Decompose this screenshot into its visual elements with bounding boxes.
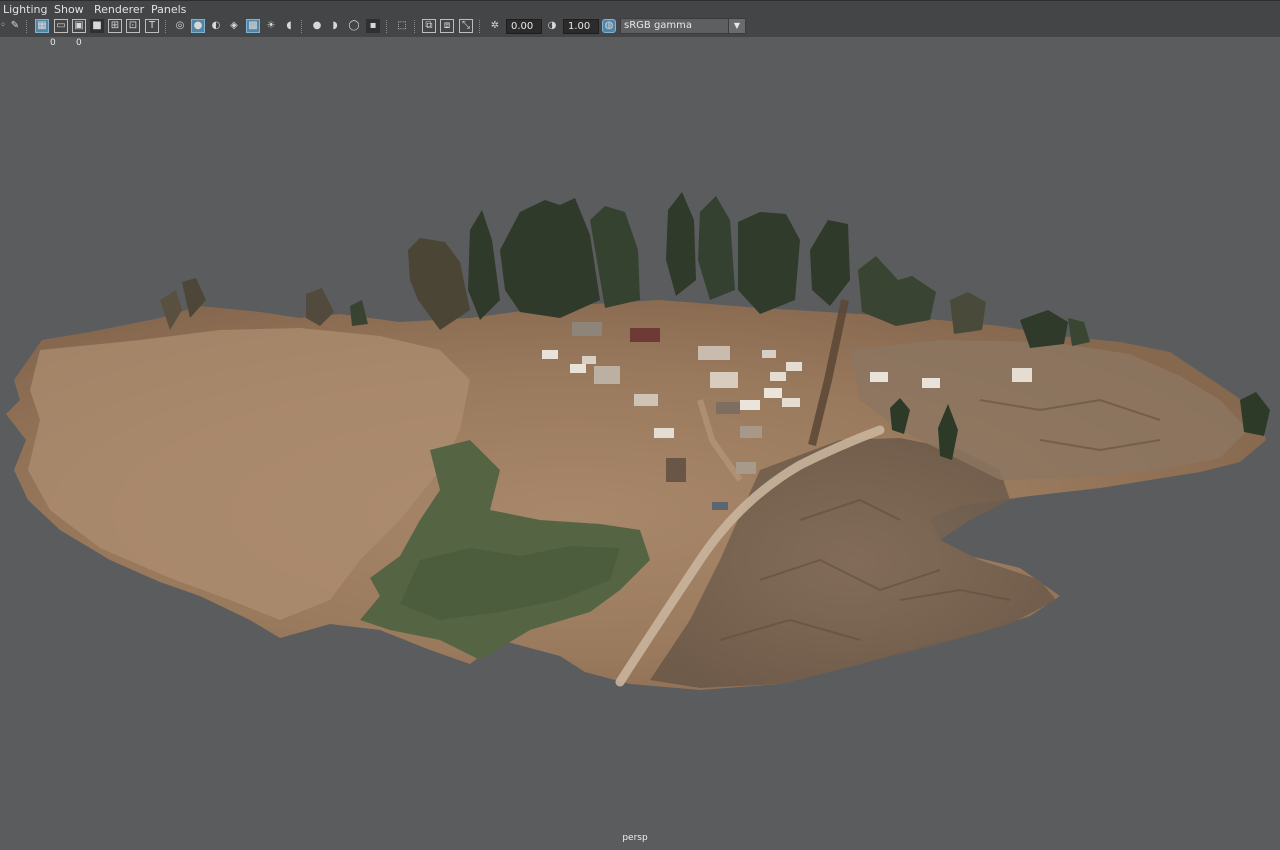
safe-title-icon[interactable]: T (145, 19, 159, 33)
exposure-field[interactable]: 0.00 (506, 19, 542, 34)
gamma-icon[interactable]: ◑ (545, 19, 559, 33)
anti-aliasing-icon[interactable]: ◯ (347, 19, 361, 33)
toolbar-separator (165, 20, 167, 33)
menu-panels[interactable]: Panels (151, 1, 186, 18)
toolbar-separator (26, 20, 28, 33)
grid-icon[interactable]: ▦ (35, 19, 49, 33)
viewport-3d[interactable] (0, 37, 1280, 850)
color-space-value: sRGB gamma (624, 20, 693, 31)
panel-toolbar: ◦ ✎ ▦ ▭ ▣ ■ ⊞ ⊡ T ◎ ● ◐ ◈ ▩ ☀ ◖ ● ◗ ◯ ▪ … (0, 17, 1280, 37)
toolbar-separator (301, 20, 303, 33)
exposure-icon[interactable]: ✲ (488, 19, 502, 33)
toolbar-separator (479, 20, 481, 33)
wireframe-on-shaded-icon[interactable]: ◈ (227, 19, 241, 33)
gamma-field[interactable]: 1.00 (563, 19, 599, 34)
camera-label: persp (622, 833, 648, 843)
toolbar-separator (386, 20, 388, 33)
field-chart-icon[interactable]: ⊞ (108, 19, 122, 33)
color-management-icon[interactable]: ◍ (602, 19, 616, 33)
menu-renderer[interactable]: Renderer (94, 1, 144, 18)
gate-mask-icon[interactable]: ■ (90, 19, 104, 33)
smooth-shade-icon[interactable]: ● (191, 19, 205, 33)
xray-active-components-icon[interactable]: ⧈ (440, 19, 454, 33)
safe-action-icon[interactable]: ⊡ (126, 19, 140, 33)
isolate-select-icon[interactable]: ⬚ (395, 19, 409, 33)
depth-of-field-icon[interactable]: ▪ (366, 19, 380, 33)
toolbar-separator (414, 20, 416, 33)
film-gate-icon[interactable]: ▭ (54, 19, 68, 33)
menu-show[interactable]: Show (54, 1, 84, 18)
chevron-down-icon[interactable]: ▼ (728, 19, 745, 33)
use-all-lights-icon[interactable]: ☀ (264, 19, 278, 33)
menu-lighting[interactable]: Lighting (3, 1, 47, 18)
color-space-dropdown[interactable]: sRGB gamma ▼ (620, 18, 746, 34)
xray-joints-icon[interactable]: ⤡ (459, 19, 473, 33)
screen-space-ao-icon[interactable]: ● (310, 19, 324, 33)
motion-blur-icon[interactable]: ◗ (328, 19, 342, 33)
resolution-gate-icon[interactable]: ▣ (72, 19, 86, 33)
menu-bar: Lighting Show Renderer Panels (0, 0, 1280, 18)
textured-icon[interactable]: ▩ (246, 19, 260, 33)
pencil-icon[interactable]: ✎ (8, 19, 22, 33)
wireframe-icon[interactable]: ◎ (173, 19, 187, 33)
shadows-icon[interactable]: ◖ (282, 19, 296, 33)
xray-icon[interactable]: ⧉ (422, 19, 436, 33)
default-material-icon[interactable]: ◐ (209, 19, 223, 33)
